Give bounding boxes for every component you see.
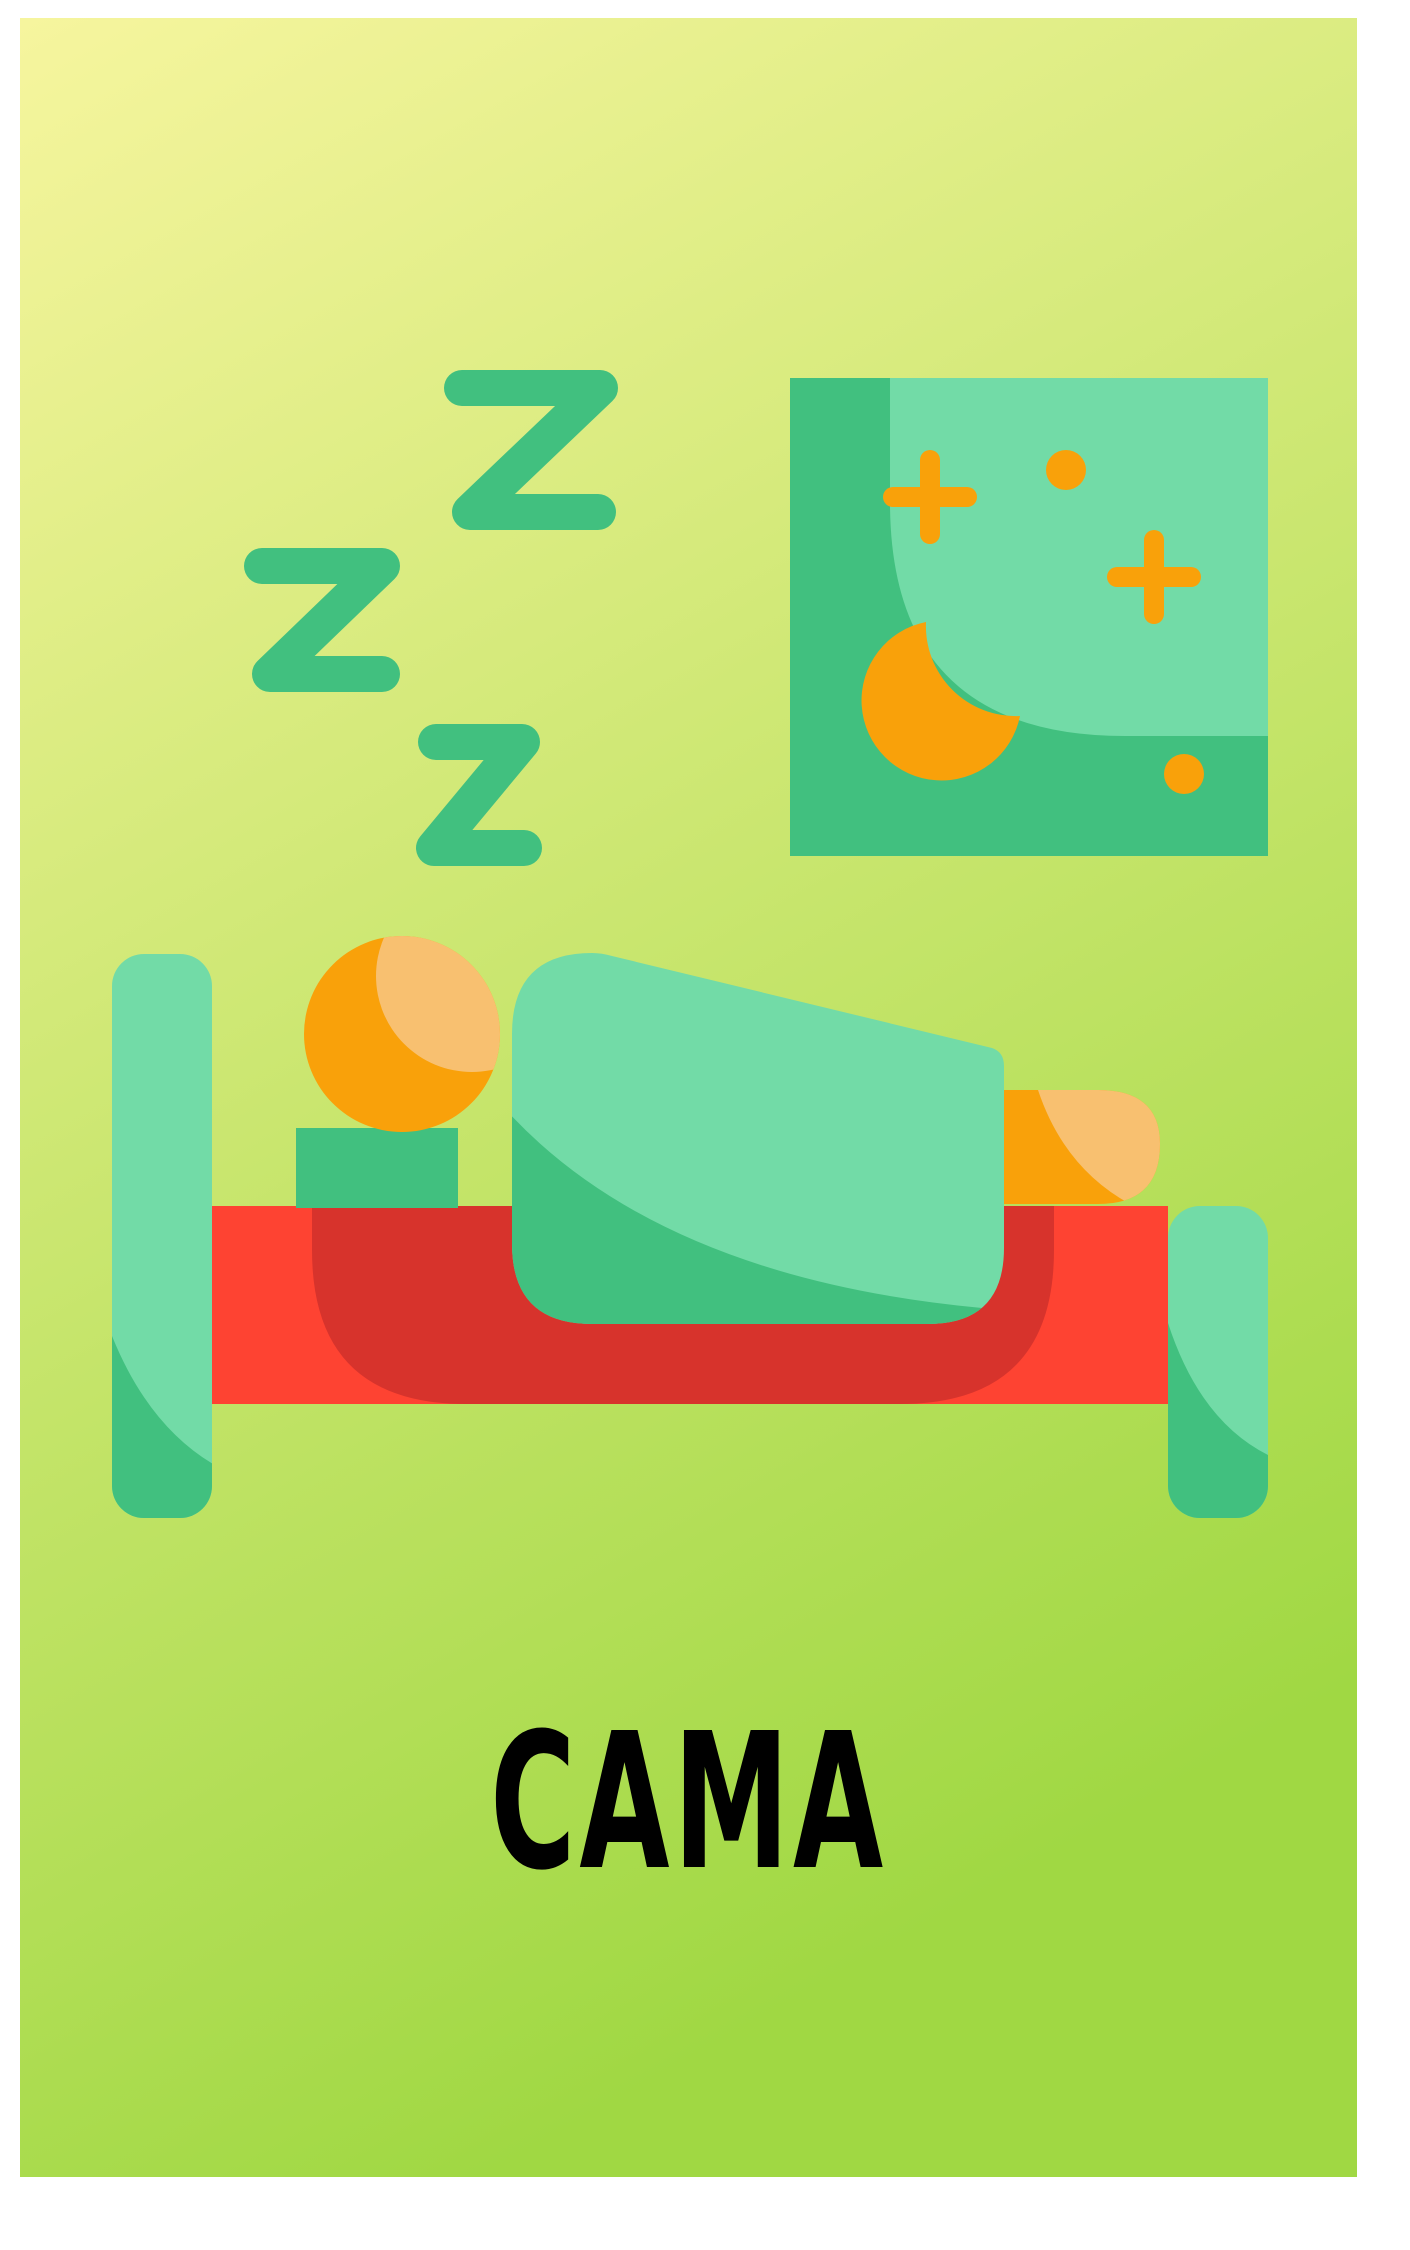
pillow-icon — [296, 1128, 458, 1208]
sleeper-feet — [1004, 1090, 1160, 1204]
flashcard: CAMA — [20, 18, 1357, 2177]
night-window-icon — [790, 378, 1268, 856]
card-label: CAMA — [490, 1693, 887, 1912]
